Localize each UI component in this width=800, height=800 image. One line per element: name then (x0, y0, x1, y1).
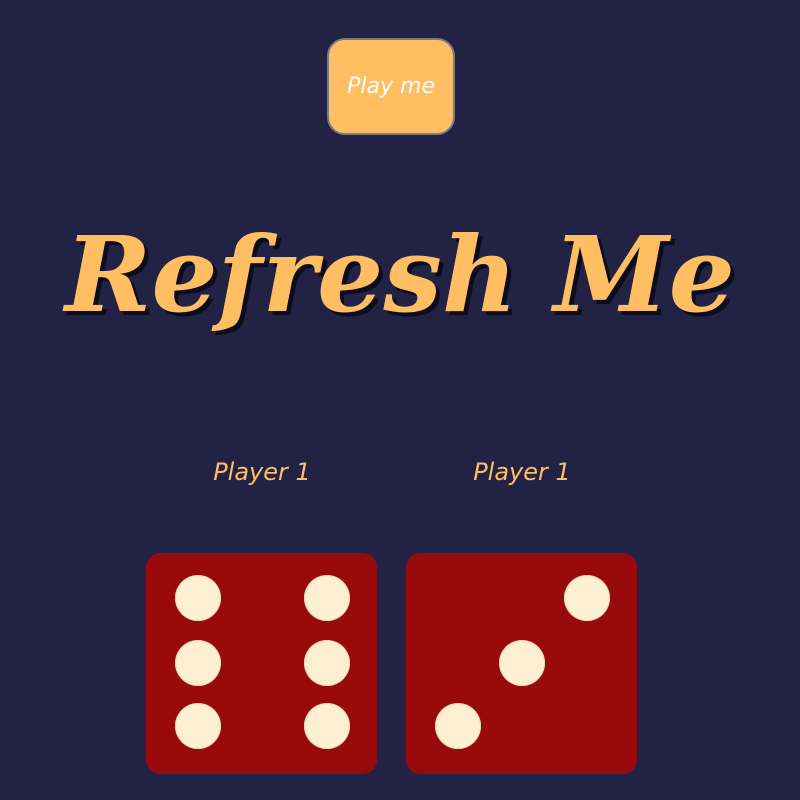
die-pip (435, 703, 481, 749)
player-2-label: Player 1 (473, 458, 571, 486)
player-1-label: Player 1 (213, 458, 311, 486)
die-pip (499, 640, 545, 686)
die-pip (304, 575, 350, 621)
play-me-button[interactable]: Play me (327, 38, 455, 135)
die-pip (175, 575, 221, 621)
player-1-die (146, 553, 377, 774)
page-title: Refresh Me (65, 213, 735, 336)
die-pip (175, 703, 221, 749)
player-2-die (406, 553, 637, 774)
die-pip (564, 575, 610, 621)
die-pip (175, 640, 221, 686)
die-pip (304, 640, 350, 686)
die-pip (304, 703, 350, 749)
